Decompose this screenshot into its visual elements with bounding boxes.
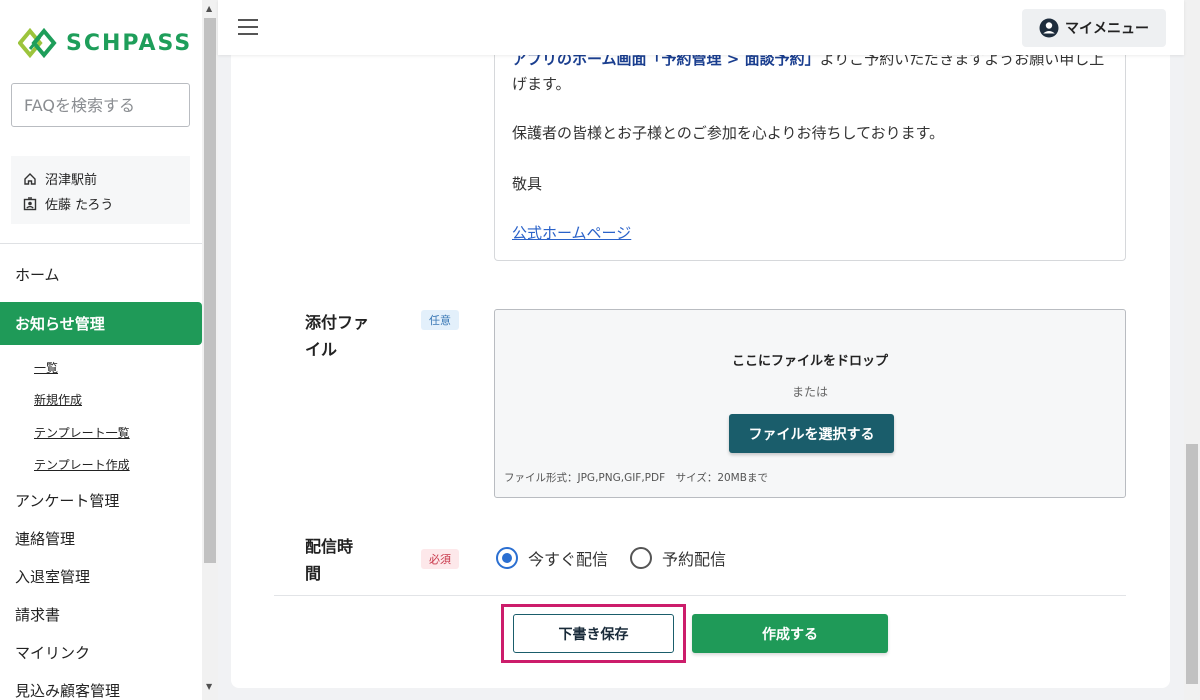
select-file-button[interactable]: ファイルを選択する [729,414,894,453]
account-circle-icon [1039,18,1059,38]
user-row: 佐藤 たろう [23,191,178,216]
attachment-label-line-2: イル [305,340,338,359]
optional-badge: 任意 [421,310,459,330]
delivery-radio-group: 今すぐ配信 予約配信 [496,546,748,570]
sidebar-scrollbar[interactable]: ▲ ▼ [202,0,218,700]
radio-scheduled[interactable] [630,547,653,569]
hamburger-menu-icon[interactable] [238,19,258,35]
required-badge: 必須 [421,549,459,569]
nav-home[interactable]: ホーム [0,255,202,293]
schpass-logo-icon [18,28,57,58]
school-name: 沼津駅前 [45,173,98,188]
my-menu-button[interactable]: マイメニュー [1022,9,1166,47]
scroll-up-arrow-icon[interactable]: ▲ [206,4,212,13]
sidebar-divider [0,243,202,244]
faq-search-input[interactable] [11,83,190,127]
main-scrollbar[interactable] [1184,0,1200,700]
actions-divider [274,595,1126,596]
nav-sub-new[interactable]: 新規作成 [0,384,202,417]
nav-invoice[interactable]: 請求書 [0,595,202,633]
attachment-label: 添付ファ イル [305,309,369,363]
nav-prospects[interactable]: 見込み顧客管理 [0,671,202,700]
save-draft-button[interactable]: 下書き保存 [513,614,674,653]
create-button[interactable]: 作成する [692,614,888,653]
sidebar-nav: ホーム お知らせ管理 一覧 新規作成 テンプレート一覧 テンプレート作成 アンケ… [0,255,202,700]
nav-notices[interactable]: お知らせ管理 [0,302,202,345]
nav-mylink[interactable]: マイリンク [0,633,202,671]
nav-attendance[interactable]: 入退室管理 [0,557,202,595]
user-info-box: 沼津駅前 佐藤 たろう [11,156,190,224]
radio-send-now-label[interactable]: 今すぐ配信 [528,546,608,570]
main-scroll-thumb[interactable] [1186,444,1198,684]
top-header: マイメニュー [218,0,1184,55]
sidebar: SCHPASS 沼津駅前 佐藤 たろう ホーム お知らせ管理 一覧 新規作成 テ… [0,0,202,700]
radio-send-now[interactable] [496,547,518,569]
form-card: アプリのホーム画面「予約管理 > 面談予約」よりご予約いただきますようお願い申し… [231,0,1170,688]
radio-scheduled-label[interactable]: 予約配信 [662,546,726,570]
nav-sub-list[interactable]: 一覧 [0,351,202,384]
nav-sub-template-create[interactable]: テンプレート作成 [0,449,202,482]
my-menu-label: マイメニュー [1065,21,1149,37]
user-name: 佐藤 たろう [45,198,114,213]
delivery-time-label: 配信時 間 [305,533,353,587]
homepage-link[interactable]: 公式ホームページ [512,221,631,246]
nav-sub-template-list[interactable]: テンプレート一覧 [0,416,202,449]
delivery-label-line-1: 配信時 [305,537,354,556]
dropzone-title: ここにファイルをドロップ [731,354,888,369]
body-paragraph-3: 敬具 [512,175,543,193]
sidebar-scroll-thumb[interactable] [204,18,216,563]
nav-survey[interactable]: アンケート管理 [0,481,202,519]
file-dropzone[interactable]: ここにファイルをドロップ または ファイルを選択する ファイル形式：JPG,PN… [494,309,1126,498]
badge-user-icon [23,196,37,210]
attachment-label-line-1: 添付ファ [305,313,370,332]
school-row: 沼津駅前 [23,166,178,191]
delivery-label-line-2: 間 [305,564,322,583]
home-icon [24,172,36,185]
logo-text: SCHPASS [66,30,193,56]
nav-contact[interactable]: 連絡管理 [0,519,202,557]
scroll-down-arrow-icon[interactable]: ▼ [206,682,212,691]
dropzone-or: または [791,385,828,399]
file-format-note: ファイル形式：JPG,PNG,GIF,PDF サイズ：20MBまで [504,472,768,484]
body-paragraph-2: 保護者の皆様とお子様とのご参加を心よりお待ちしております。 [512,124,945,142]
logo[interactable]: SCHPASS [18,28,192,58]
